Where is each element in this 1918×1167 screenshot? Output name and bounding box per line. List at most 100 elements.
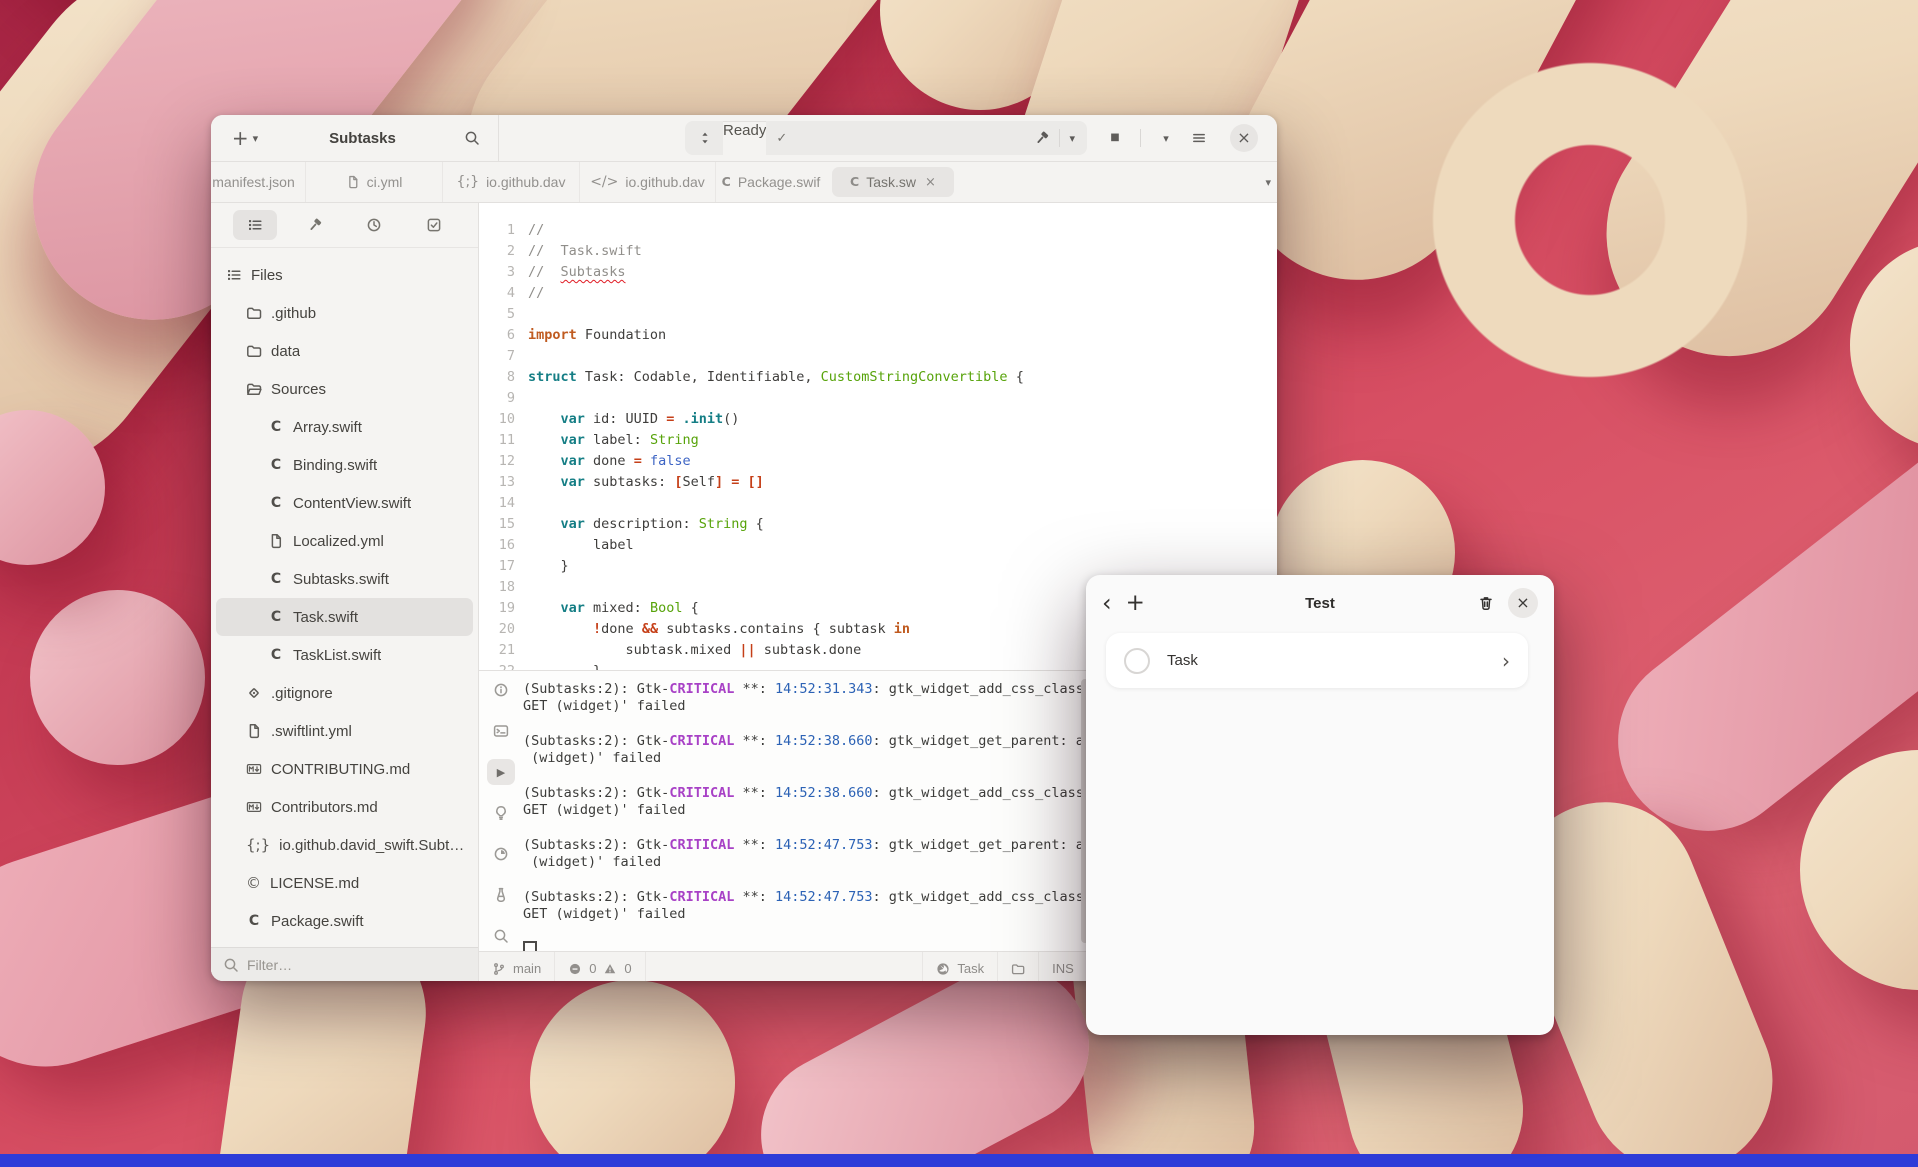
pie-icon bbox=[493, 846, 509, 862]
code-token: label: bbox=[585, 432, 650, 448]
log-timestamp: 14:52:38.660 bbox=[775, 733, 873, 749]
folder-open-icon bbox=[246, 381, 262, 397]
tree-item-label: Localized.yml bbox=[293, 533, 384, 550]
code-token: in bbox=[894, 621, 910, 637]
folder-icon bbox=[246, 343, 262, 359]
sidebar-item-files[interactable]: Files bbox=[216, 256, 473, 294]
wallpaper-shape bbox=[530, 980, 735, 1167]
sidebar-item-io-github-david-swift-subt[interactable]: {;}io.github.david_swift.Subt… bbox=[216, 826, 473, 864]
filter-field[interactable]: Filter… bbox=[211, 947, 478, 981]
omnibar-button[interactable]: Ready ✓ ▾ bbox=[685, 121, 1087, 155]
task-checkbox[interactable] bbox=[1124, 648, 1150, 674]
sidebar-item-contributing-md[interactable]: CONTRIBUTING.md bbox=[216, 750, 473, 788]
sidebar-item-gitignore[interactable]: .gitignore bbox=[216, 674, 473, 712]
log-stars: **: bbox=[734, 889, 775, 905]
tab-close-icon[interactable]: × bbox=[925, 176, 936, 189]
sidebar-item-swiftlint-yml[interactable]: .swiftlint.yml bbox=[216, 712, 473, 750]
log-level: CRITICAL bbox=[669, 681, 734, 697]
status-segment[interactable]: Task bbox=[923, 952, 998, 981]
panel-tab-tests[interactable] bbox=[487, 882, 515, 908]
code-token: var bbox=[561, 516, 585, 532]
task-label: Task bbox=[1167, 652, 1198, 669]
menu-button[interactable] bbox=[1183, 123, 1215, 153]
code-token: || bbox=[739, 642, 755, 658]
sidebar-tool-history[interactable] bbox=[352, 210, 396, 240]
sidebar-item-github[interactable]: .github bbox=[216, 294, 473, 332]
code-line: 6import Foundation bbox=[479, 325, 1277, 346]
tab-io-github-dav[interactable]: {;}io.github.dav bbox=[443, 162, 580, 202]
tab-manifest-json[interactable]: manifest.json bbox=[211, 162, 306, 202]
sidebar-item-contentview-swift[interactable]: CContentView.swift bbox=[216, 484, 473, 522]
code-token: // bbox=[528, 264, 561, 280]
code-token: .init bbox=[682, 411, 723, 427]
search-button[interactable] bbox=[456, 123, 488, 153]
sidebar-item-subtasks-swift[interactable]: CSubtasks.swift bbox=[216, 560, 473, 598]
sidebar-item-package-swift[interactable]: CPackage.swift bbox=[216, 902, 473, 940]
code-text: // Task.swift bbox=[528, 241, 642, 262]
status-segment[interactable]: main bbox=[479, 952, 555, 981]
panel-tab-terminal[interactable] bbox=[487, 718, 515, 744]
status-segment[interactable]: INS bbox=[1039, 952, 1088, 981]
chevron-right-icon[interactable]: › bbox=[1502, 651, 1510, 671]
build-hammer-icon[interactable] bbox=[1034, 130, 1050, 146]
log-stars: **: bbox=[734, 733, 775, 749]
run-options-button[interactable]: ▾ bbox=[1150, 123, 1182, 153]
sidebar-item-task-swift[interactable]: CTask.swift bbox=[216, 598, 473, 636]
sidebar-tool-project-tree[interactable] bbox=[233, 210, 277, 240]
panel-tab-details[interactable] bbox=[487, 677, 515, 703]
status-label: 0 bbox=[624, 961, 631, 976]
sidebar-item-license-md[interactable]: ©LICENSE.md bbox=[216, 864, 473, 902]
new-document-button[interactable]: + ▾ bbox=[221, 123, 269, 153]
log-message: : gtk_widget_get_parent: as bbox=[873, 733, 1092, 749]
log-message: : gtk_widget_add_css_class: bbox=[873, 785, 1092, 801]
code-token: } bbox=[528, 663, 601, 670]
sidebar-item-tasklist-swift[interactable]: CTaskList.swift bbox=[216, 636, 473, 674]
code-token: () bbox=[723, 411, 739, 427]
sidebar-item-localized-yml[interactable]: Localized.yml bbox=[216, 522, 473, 560]
stop-button[interactable]: ■ bbox=[1099, 123, 1131, 153]
build-options-chevron-icon[interactable]: ▾ bbox=[1069, 133, 1075, 144]
run-controls: ■ ▾ bbox=[1099, 123, 1182, 153]
code-token: CustomStringConvertible bbox=[821, 369, 1008, 385]
add-task-icon[interactable]: + bbox=[1126, 592, 1145, 615]
panel-tab-progress[interactable] bbox=[487, 841, 515, 867]
task-row[interactable]: Task › bbox=[1106, 633, 1528, 688]
sidebar-item-contributors-md[interactable]: Contributors.md bbox=[216, 788, 473, 826]
tab-ci-yml[interactable]: ci.yml bbox=[306, 162, 443, 202]
code-line: 11 var label: String bbox=[479, 430, 1277, 451]
c-lang-icon: C bbox=[268, 496, 284, 510]
tree-item-label: LICENSE.md bbox=[270, 875, 359, 892]
panel-tab-search-panel[interactable] bbox=[487, 923, 515, 949]
log-prefix: (Subtasks:2): Gtk- bbox=[523, 785, 669, 801]
panel-tab-diagnostics[interactable] bbox=[487, 800, 515, 826]
panel-tab-run-output[interactable]: ▶ bbox=[487, 759, 515, 785]
status-segment[interactable]: 00 bbox=[555, 952, 645, 981]
sidebar-item-binding-swift[interactable]: CBinding.swift bbox=[216, 446, 473, 484]
tab-label: manifest.json bbox=[212, 174, 294, 190]
sidebar-item-readme-md[interactable]: README.md bbox=[216, 940, 473, 947]
builder-titlebar[interactable]: + ▾ Subtasks Ready ✓ ▾ ■ bbox=[211, 115, 1277, 162]
wallpaper-shape bbox=[30, 590, 205, 765]
status-label: Task bbox=[957, 961, 984, 976]
back-chevron-icon[interactable]: ‹ bbox=[1102, 591, 1112, 615]
sidebar-item-data[interactable]: data bbox=[216, 332, 473, 370]
tab-package-swif[interactable]: CPackage.swif bbox=[716, 162, 826, 202]
sidebar-tool-build-pipeline[interactable] bbox=[293, 210, 337, 240]
test-titlebar[interactable]: ‹ + Test × bbox=[1086, 575, 1554, 631]
trash-icon[interactable] bbox=[1478, 595, 1494, 611]
status-label: 0 bbox=[589, 961, 596, 976]
sidebar-item-sources[interactable]: Sources bbox=[216, 370, 473, 408]
divider bbox=[1059, 129, 1060, 147]
line-number: 8 bbox=[479, 367, 528, 388]
tab-task-sw[interactable]: CTask.sw× bbox=[832, 167, 954, 197]
test-close-button[interactable]: × bbox=[1508, 588, 1538, 618]
close-icon: × bbox=[1237, 130, 1250, 146]
status-segment[interactable] bbox=[998, 952, 1039, 981]
sidebar-tool-todo[interactable] bbox=[412, 210, 456, 240]
sidebar-item-array-swift[interactable]: CArray.swift bbox=[216, 408, 473, 446]
close-button[interactable]: × bbox=[1230, 124, 1258, 152]
tab-io-github-dav[interactable]: </>io.github.dav bbox=[580, 162, 716, 202]
terminal-icon bbox=[493, 723, 509, 739]
tab-overflow-chevron-icon[interactable]: ▾ bbox=[1265, 177, 1271, 188]
code-token: Self bbox=[682, 474, 715, 490]
